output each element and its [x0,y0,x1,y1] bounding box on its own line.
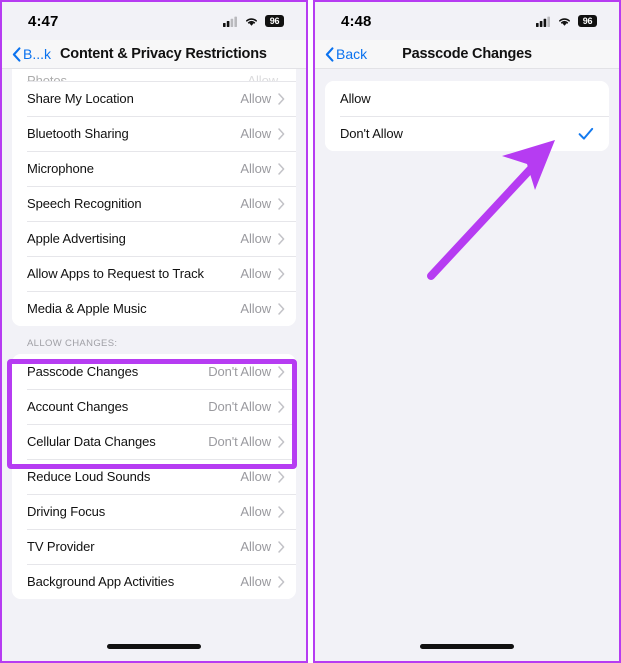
row-value: Allow [247,73,278,81]
back-button[interactable]: Back [325,46,367,62]
row-label: Bluetooth Sharing [27,126,129,141]
table-row-microphone[interactable]: Microphone Allow [12,151,296,186]
table-row-bluetooth-sharing[interactable]: Bluetooth Sharing Allow [12,116,296,151]
chevron-right-icon [278,92,285,105]
battery-icon: 96 [578,15,597,27]
row-value: Don't Allow [208,434,271,449]
row-label: Photos [27,73,67,81]
row-value: Allow [240,126,271,141]
chevron-right-icon [278,232,285,245]
row-label: Microphone [27,161,94,176]
chevron-right-icon [278,575,285,588]
settings-scroll-left[interactable]: Photos Allow Share My Location Allow Blu… [2,69,306,661]
allow-changes-group: Passcode Changes Don't Allow Account Cha… [12,354,296,599]
page-title: Content & Privacy Restrictions [60,46,267,62]
row-value: Allow [240,231,271,246]
row-label: Share My Location [27,91,134,106]
status-time: 4:48 [341,12,372,30]
back-button-label: B...k [23,46,52,62]
nav-bar-right: Back Passcode Changes [315,40,619,69]
home-indicator [420,644,514,649]
row-value: Allow [240,266,271,281]
chevron-right-icon [278,197,285,210]
status-bar-right: 4:48 96 [315,2,619,40]
row-value: Allow [240,469,271,484]
chevron-left-icon [12,46,21,62]
row-label: Reduce Loud Sounds [27,469,151,484]
row-value: Allow [240,161,271,176]
settings-scroll-right[interactable]: Allow Don't Allow [315,69,619,661]
row-label: Background App Activities [27,574,175,589]
back-button[interactable]: B...k [12,46,51,62]
row-value: Allow [240,574,271,589]
row-label: Passcode Changes [27,364,139,379]
row-value: Allow [240,539,271,554]
option-label: Allow [340,91,371,106]
option-row-dont-allow[interactable]: Don't Allow [325,116,609,151]
cellular-signal-icon [536,16,550,27]
table-row-background-app-activities[interactable]: Background App Activities Allow [12,564,296,599]
chevron-right-icon [278,470,285,483]
row-value: Don't Allow [208,399,271,414]
nav-bar-left: B...k Content & Privacy Restrictions [2,40,306,69]
row-value: Don't Allow [208,364,271,379]
status-indicators: 96 [223,15,284,27]
row-value: Allow [240,91,271,106]
row-label: TV Provider [27,539,95,554]
row-value: Allow [240,196,271,211]
row-label: Speech Recognition [27,196,142,211]
battery-icon: 96 [265,15,284,27]
wifi-icon [559,17,570,26]
table-row-media-apple-music[interactable]: Media & Apple Music Allow [12,291,296,326]
chevron-right-icon [278,435,285,448]
status-time: 4:47 [28,12,59,30]
row-label: Cellular Data Changes [27,434,156,449]
phone-left: 4:47 96 B...k Content & Privacy Restrict… [0,0,308,663]
row-label: Account Changes [27,399,129,414]
row-value: Allow [240,301,271,316]
home-indicator [107,644,201,649]
section-header-allow-changes: ALLOW CHANGES: [27,338,118,349]
chevron-right-icon [278,365,285,378]
row-label: Driving Focus [27,504,106,519]
status-indicators: 96 [536,15,597,27]
row-label: Allow Apps to Request to Track [27,266,204,281]
table-row-speech-recognition[interactable]: Speech Recognition Allow [12,186,296,221]
back-button-label: Back [336,46,368,62]
table-row-share-my-location[interactable]: Share My Location Allow [12,81,296,116]
chevron-right-icon [278,267,285,280]
chevron-right-icon [278,302,285,315]
table-row-cellular-data-changes[interactable]: Cellular Data Changes Don't Allow [12,424,296,459]
option-row-allow[interactable]: Allow [325,81,609,116]
table-row-allow-apps-to-request-to-track[interactable]: Allow Apps to Request to Track Allow [12,256,296,291]
phone-right: 4:48 96 Back Passcode Changes Allow Don'… [313,0,621,663]
table-row-reduce-loud-sounds[interactable]: Reduce Loud Sounds Allow [12,459,296,494]
passcode-changes-options-group: Allow Don't Allow [325,81,609,151]
chevron-right-icon [278,505,285,518]
table-row-apple-advertising[interactable]: Apple Advertising Allow [12,221,296,256]
dual-phone-screenshot: 4:47 96 B...k Content & Privacy Restrict… [0,0,621,663]
checkmark-icon [578,127,594,140]
wifi-icon [246,17,257,26]
status-bar-left: 4:47 96 [2,2,306,40]
option-label: Don't Allow [340,126,403,141]
privacy-group: Photos Allow Share My Location Allow Blu… [12,69,296,326]
chevron-right-icon [278,540,285,553]
row-value: Allow [240,504,271,519]
table-row-driving-focus[interactable]: Driving Focus Allow [12,494,296,529]
chevron-right-icon [278,400,285,413]
chevron-left-icon [325,46,334,62]
chevron-right-icon [278,127,285,140]
chevron-right-icon [278,162,285,175]
row-label: Apple Advertising [27,231,126,246]
table-row-passcode-changes[interactable]: Passcode Changes Don't Allow [12,354,296,389]
table-row-photos[interactable]: Photos Allow [12,69,296,81]
table-row-account-changes[interactable]: Account Changes Don't Allow [12,389,296,424]
row-label: Media & Apple Music [27,301,147,316]
cellular-signal-icon [223,16,237,27]
table-row-tv-provider[interactable]: TV Provider Allow [12,529,296,564]
